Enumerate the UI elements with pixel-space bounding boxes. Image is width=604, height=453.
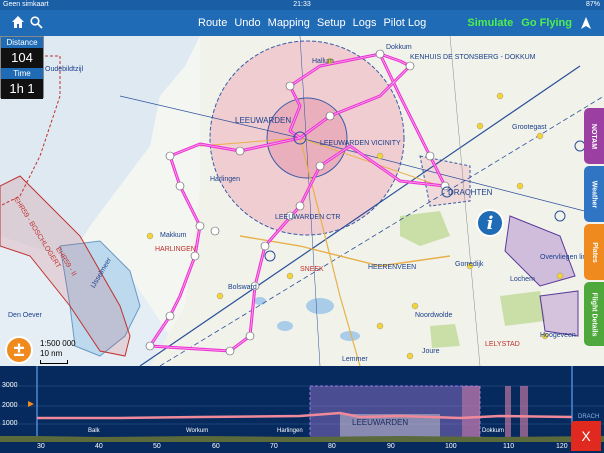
plus-minus-icon: ± [13,338,25,361]
dist-label-90: 90 [387,443,395,450]
profile-town-drachten: DRACH [578,414,600,420]
menu-mapping[interactable]: Mapping [268,17,310,29]
nav-actions: Simulate Go Flying [459,10,594,36]
alt-label-2000: 2000 [2,402,18,409]
label-sneek: SNEEK [300,266,324,273]
top-nav: Route Undo Mapping Setup Logs Pilot Log … [0,10,604,36]
main-menu: Route Undo Mapping Setup Logs Pilot Log [198,10,433,36]
dist-label-40: 40 [95,443,103,450]
alt-label-3000: 3000 [2,382,18,389]
battery-label: 87% [585,1,600,8]
map-canvas [0,36,604,366]
simulate-button[interactable]: Simulate [467,17,513,29]
label-leeuwarden-ctr: LEEUWARDEN CTR [275,214,341,221]
label-hoogeveen: Hoogeveen [540,332,576,339]
time-label: Time [1,68,43,79]
label-bolsward: Bolsward [228,284,257,291]
tab-flight-details[interactable]: Flight Details [584,282,604,346]
search-icon[interactable] [28,14,44,30]
label-gorredijk: Gorredijk [455,261,484,268]
label-leeuwarden: LEEUWARDEN [235,116,292,125]
dist-label-110: 110 [503,443,515,450]
alt-label-1000: 1000 [2,420,18,427]
profile-town-leeuwarden: LEEUWARDEN [352,418,409,427]
menu-route[interactable]: Route [198,17,227,29]
dist-label-70: 70 [270,443,278,450]
label-dokkum: Dokkum [386,44,412,51]
label-lochem: Lochem [510,276,535,283]
dist-label-120: 120 [556,443,568,450]
tab-notam[interactable]: NOTAM [584,108,604,164]
close-icon: X [581,428,591,444]
label-harlingen-vlieland: Harlingen [210,176,240,183]
aviation-map[interactable]: Hallum LEEUWARDEN LEEUWARDEN VICINITY LE… [0,36,604,366]
scale-ratio: 1:500 000 [40,339,76,348]
home-icon[interactable] [10,14,26,30]
info-button[interactable]: i [476,209,504,237]
close-profile-button[interactable]: X [571,421,601,451]
tab-plates[interactable]: Plates [584,224,604,280]
tab-plates-label: Plates [590,241,598,263]
route-info-panel: Distance 104 Time 1h 1 [0,36,44,99]
status-bar: Geen simkaart 21:33 87% [0,0,604,10]
menu-logs[interactable]: Logs [353,17,377,29]
menu-pilot-log[interactable]: Pilot Log [383,17,426,29]
dist-label-30: 30 [37,443,45,450]
label-harlingen: HARLINGEN [155,246,196,253]
map-scale: 1:500 000 10 nm [40,339,76,364]
label-oudebildtzijl: Oudebildtzijl [45,66,84,73]
label-joure: Joure [422,348,440,355]
dist-label-80: 80 [328,443,336,450]
menu-undo[interactable]: Undo [234,17,260,29]
info-icon: i [486,212,494,234]
label-drachten: DRACHTEN [448,188,493,197]
time-value: 1h 1 [1,79,43,99]
distance-value: 104 [1,48,43,68]
profile-town-dokkum: Dokkum [482,428,505,434]
label-kenhuis: KENHUIS DE STONSBERG - DOKKUM [410,54,536,61]
label-den-oever: Den Oever [8,312,42,319]
tab-weather-label: Weather [590,180,598,208]
label-lelystad: LELYSTAD [485,341,520,348]
dist-label-50: 50 [153,443,161,450]
label-leeuwarden-vicinity: LEEUWARDEN VICINITY [320,140,401,147]
label-heerenveen: HEERENVEEN [368,264,417,271]
label-makkum: Makkum [160,232,187,239]
zoom-toggle-button[interactable]: ± [5,336,33,364]
profile-town-harlingen: Harlingen [277,428,303,434]
scale-bar [40,360,68,364]
go-flying-button[interactable]: Go Flying [521,17,572,29]
label-lemmer: Lemmer [342,356,368,363]
dist-label-100: 100 [445,443,457,450]
menu-setup[interactable]: Setup [317,17,346,29]
tab-notam-label: NOTAM [590,123,598,149]
profile-canvas [0,366,604,442]
label-hallum: Hallum [312,58,334,65]
profile-town-balk: Balk [88,428,100,434]
dist-label-60: 60 [212,443,220,450]
distance-label: Distance [1,37,43,48]
profile-town-workum: Workum [186,428,209,434]
label-noordwolde: Noordwolde [415,312,453,319]
label-grootegast: Grootegast [512,124,547,131]
tab-flight-details-label: Flight Details [590,292,598,336]
scale-distance: 10 nm [40,349,63,358]
location-arrow-icon[interactable] [578,15,594,31]
clock-label: 21:33 [293,1,311,8]
elevation-profile[interactable]: 3000 2000 1000 30 40 50 60 70 80 90 100 … [0,366,604,453]
tab-weather[interactable]: Weather [584,166,604,222]
